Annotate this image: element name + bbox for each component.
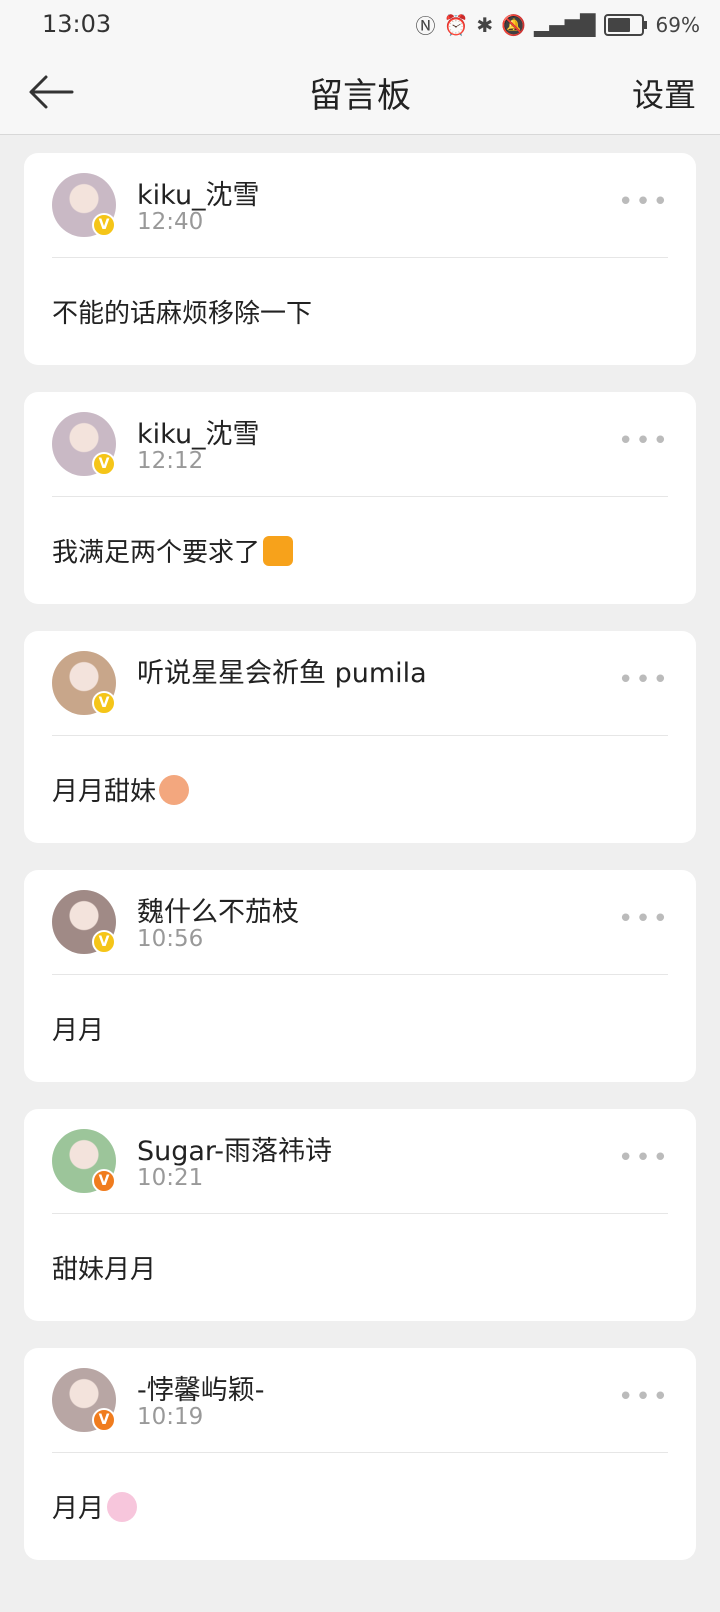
message-body: 不能的话麻烦移除一下 [52, 293, 312, 330]
user-name[interactable]: 魏什么不茄枝 [137, 890, 299, 929]
bunny-emoji [107, 1491, 138, 1522]
nfc-icon: Ⓝ [415, 14, 436, 38]
message-time: 10:56 [137, 926, 204, 952]
signal-4g-icon: ▂▄▆█ [534, 12, 596, 37]
verified-badge-icon: V [92, 930, 116, 954]
message-text: 月月甜妹 [52, 777, 157, 807]
message-time: 12:12 [137, 448, 204, 474]
alarm-icon: ⏰ [443, 12, 469, 37]
more-options-icon[interactable]: ••• [618, 1382, 670, 1412]
verified-badge-icon: V [92, 1169, 116, 1193]
message-body: 月月 [52, 1488, 138, 1525]
status-bar: 13:03 Ⓝ ⏰ ✱ 🔕 ▂▄▆█ 69% [0, 0, 720, 50]
verified-badge-icon: V [92, 213, 116, 237]
divider [52, 1213, 668, 1214]
verified-badge-icon: V [92, 452, 116, 476]
message-list: V kiku_沈雪 12:40 ••• 不能的话麻烦移除一下 V kiku_沈雪… [0, 135, 720, 1560]
message-time: 10:21 [137, 1165, 204, 1191]
divider [52, 735, 668, 736]
message-text: 甜妹月月 [52, 1255, 157, 1285]
message-text: 我满足两个要求了 [52, 538, 261, 568]
message-card[interactable]: V 听说星星会祈鱼 pumila ••• 月月甜妹 [24, 631, 696, 843]
cute-face-emoji [159, 774, 190, 805]
nav-bar: 留言板 设置 [0, 50, 720, 135]
user-name[interactable]: -悖馨屿颖- [137, 1368, 265, 1407]
message-body: 我满足两个要求了 [52, 532, 294, 569]
more-options-icon[interactable]: ••• [618, 426, 670, 456]
message-body: 甜妹月月 [52, 1249, 156, 1286]
more-options-icon[interactable]: ••• [618, 665, 670, 695]
divider [52, 974, 668, 975]
settings-button[interactable]: 设置 [632, 70, 696, 116]
moon-emoji [263, 535, 294, 566]
more-options-icon[interactable]: ••• [618, 904, 670, 934]
divider [52, 496, 668, 497]
message-card[interactable]: V 魏什么不茄枝 10:56 ••• 月月 [24, 870, 696, 1082]
battery-percent: 69% [655, 12, 700, 37]
user-name[interactable]: 听说星星会祈鱼 pumila [137, 651, 427, 690]
user-name[interactable]: Sugar-雨落祎诗 [137, 1129, 332, 1168]
status-time: 13:03 [42, 10, 112, 38]
divider [52, 257, 668, 258]
bluetooth-icon: ✱ [476, 12, 494, 37]
message-body: 月月甜妹 [52, 771, 190, 808]
page-title: 留言板 [309, 76, 411, 116]
message-text: 不能的话麻烦移除一下 [52, 299, 313, 329]
more-options-icon[interactable]: ••• [618, 187, 670, 217]
message-body: 月月 [52, 1010, 104, 1047]
message-time: 12:40 [137, 209, 204, 235]
mute-icon: 🔕 [501, 12, 527, 37]
message-text: 月月 [52, 1016, 105, 1046]
verified-badge-icon: V [92, 1408, 116, 1432]
status-icons: Ⓝ ⏰ ✱ 🔕 ▂▄▆█ 69% [415, 10, 700, 39]
verified-badge-icon: V [92, 691, 116, 715]
battery-icon [603, 13, 647, 36]
message-card[interactable]: V kiku_沈雪 12:12 ••• 我满足两个要求了 [24, 392, 696, 604]
more-options-icon[interactable]: ••• [618, 1143, 670, 1173]
message-card[interactable]: V Sugar-雨落祎诗 10:21 ••• 甜妹月月 [24, 1109, 696, 1321]
divider [52, 1452, 668, 1453]
user-name[interactable]: kiku_沈雪 [137, 173, 260, 212]
user-name[interactable]: kiku_沈雪 [137, 412, 260, 451]
message-text: 月月 [52, 1494, 105, 1524]
message-time: 10:19 [137, 1404, 204, 1430]
message-card[interactable]: V kiku_沈雪 12:40 ••• 不能的话麻烦移除一下 [24, 153, 696, 365]
message-card[interactable]: V -悖馨屿颖- 10:19 ••• 月月 [24, 1348, 696, 1560]
